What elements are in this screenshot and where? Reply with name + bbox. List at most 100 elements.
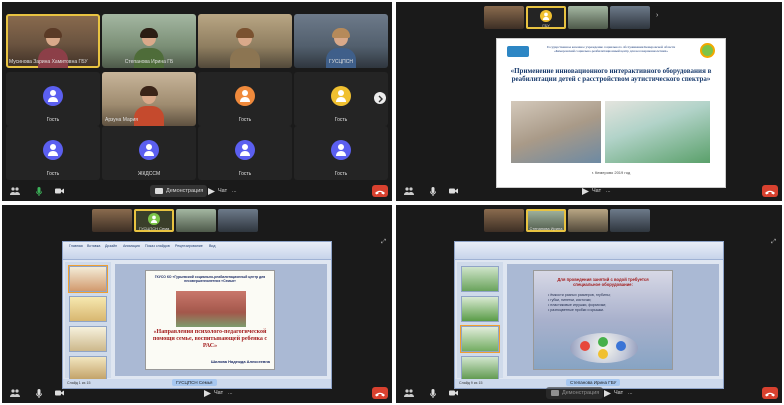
participants-button[interactable] <box>404 387 414 399</box>
expand-icon[interactable]: ⤢ <box>771 239 776 246</box>
mini-participant-tile[interactable] <box>484 209 524 232</box>
participants-button[interactable] <box>10 185 20 197</box>
chat-button[interactable]: Чат <box>602 387 623 399</box>
slide-header: Для проведения занятий с водой требуется… <box>557 277 649 288</box>
people-icon <box>404 186 414 196</box>
more-button[interactable]: ... <box>232 185 237 197</box>
participant-tile[interactable]: Степанова Ирина ГБ <box>102 14 196 68</box>
mic-button[interactable] <box>34 387 44 399</box>
mini-participant-tile[interactable] <box>610 209 650 232</box>
more-button[interactable]: ... <box>228 387 233 399</box>
mini-participant-tile[interactable] <box>568 6 608 29</box>
slide-thumbnail[interactable] <box>461 296 499 322</box>
leave-button[interactable] <box>372 387 388 399</box>
ribbon-tab[interactable]: Главная <box>69 244 83 248</box>
slide-thumbnail[interactable] <box>68 265 108 293</box>
participants-button[interactable] <box>10 387 20 399</box>
ribbon-tab[interactable]: Анимация <box>123 244 140 248</box>
participant-tile[interactable]: Гость <box>294 126 388 180</box>
leave-button[interactable] <box>762 185 778 197</box>
share-screen-button[interactable]: Демонстрация <box>150 185 208 197</box>
chat-button[interactable]: Чат <box>580 185 601 197</box>
ribbon-tab[interactable]: Рецензирование <box>175 244 203 248</box>
share-screen-label: Демонстрация <box>166 188 204 194</box>
slide-title: «Применение инновационного интерактивног… <box>510 67 712 84</box>
next-page-button[interactable] <box>374 92 386 104</box>
participant-name: Гость <box>238 117 252 123</box>
mini-participant-tile[interactable] <box>218 209 258 232</box>
chevron-right-icon[interactable]: › <box>656 12 658 19</box>
microphone-icon <box>428 186 438 196</box>
video-camera-icon <box>448 388 458 398</box>
mini-participant-tile[interactable]: ГУСЦПСН Сема <box>134 209 174 232</box>
ribbon-tab[interactable]: Показ слайдов <box>145 244 170 248</box>
slide-thumbnail[interactable] <box>461 266 499 292</box>
screen-share-window: Степанова Ирина ⤢ Для проведения занятий… <box>396 205 782 403</box>
ribbon-tab[interactable]: Вставка <box>87 244 100 248</box>
chat-icon <box>602 388 612 398</box>
slide-footer: г. Кемерово 2019 год <box>591 170 631 175</box>
mini-participant-tile[interactable]: ГБУ <box>526 6 566 29</box>
camera-button[interactable] <box>448 387 458 399</box>
chat-label: Чат <box>214 390 224 396</box>
more-label: ... <box>228 390 233 396</box>
expand-icon[interactable]: ⤢ <box>381 239 386 246</box>
people-icon <box>10 186 20 196</box>
camera-button[interactable] <box>54 387 64 399</box>
participant-tile[interactable]: Арзуна Мария <box>102 72 196 126</box>
participant-tile[interactable]: Гость <box>198 72 292 126</box>
camera-button[interactable] <box>448 185 458 197</box>
meeting-toolbar: Чат ... <box>396 181 782 201</box>
participant-tile[interactable] <box>198 14 292 68</box>
camera-button[interactable] <box>54 185 64 197</box>
gallery-view-window: Мусинова Зарина Хамитовна ГБУ Степанова … <box>2 2 392 201</box>
leave-button[interactable] <box>762 387 778 399</box>
chat-label: Чат <box>218 188 228 194</box>
participant-tile[interactable]: ГУСЦПСН <box>294 14 388 68</box>
more-button[interactable]: ... <box>628 387 633 399</box>
mini-participant-tile[interactable] <box>484 6 524 29</box>
mic-button[interactable] <box>34 185 44 197</box>
slide-thumbnail[interactable] <box>460 325 500 353</box>
participant-tile[interactable]: Гость <box>198 126 292 180</box>
microphone-icon <box>428 388 438 398</box>
slide-thumbnail[interactable] <box>69 296 107 322</box>
participant-name: ЖКДССМ <box>137 171 161 177</box>
mini-participant-tile[interactable]: Степанова Ирина <box>526 209 566 232</box>
screen-share-window: ГУСЦПСН Сема ⤢ Главная Вставка Дизайн Ан… <box>2 205 392 403</box>
more-button[interactable]: ... <box>606 185 611 197</box>
mini-participant-tile[interactable] <box>92 209 132 232</box>
microphone-icon <box>34 186 44 196</box>
slide-photo <box>176 291 246 327</box>
ribbon-tab[interactable]: Дизайн <box>105 244 117 248</box>
participants-button[interactable] <box>404 185 414 197</box>
leave-button[interactable] <box>372 185 388 197</box>
screen-share-icon <box>154 186 164 196</box>
more-label: ... <box>606 188 611 194</box>
participant-name: Гость <box>238 171 252 177</box>
participant-tile[interactable]: Гость <box>6 126 100 180</box>
mini-participant-tile[interactable] <box>610 6 650 29</box>
participant-name: Мусинова Зарина Хамитовна ГБУ <box>9 59 88 65</box>
chat-button[interactable]: Чат <box>206 185 227 197</box>
mini-participant-tile[interactable] <box>568 209 608 232</box>
meeting-toolbar: Демонстрация Чат ... <box>396 383 782 403</box>
user-avatar-icon <box>235 140 255 160</box>
hang-up-icon <box>765 190 775 195</box>
slide-photo <box>605 101 710 163</box>
participant-name: ГБУ <box>542 23 550 28</box>
presentation-slide: Государственное казенное учреждение соци… <box>496 38 726 188</box>
hang-up-icon <box>375 392 385 397</box>
mic-button[interactable] <box>428 387 438 399</box>
share-screen-button[interactable]: Демонстрация <box>546 387 604 399</box>
participant-tile[interactable]: ЖКДССМ <box>102 126 196 180</box>
participant-tile[interactable]: Гость <box>6 72 100 126</box>
slide-thumbnail[interactable] <box>69 326 107 352</box>
mic-button[interactable] <box>428 185 438 197</box>
mini-participant-tile[interactable] <box>176 209 216 232</box>
participant-tile[interactable]: Мусинова Зарина Хамитовна ГБУ <box>6 14 100 68</box>
video-camera-icon <box>54 388 64 398</box>
chat-button[interactable]: Чат <box>202 387 223 399</box>
ribbon-tab[interactable]: Вид <box>209 244 216 248</box>
participant-name: Гость <box>46 171 60 177</box>
